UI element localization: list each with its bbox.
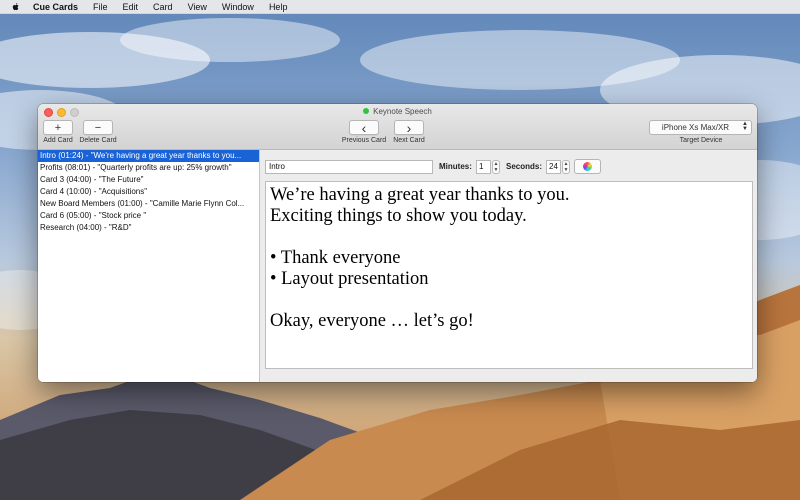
- menu-card[interactable]: Card: [153, 2, 173, 12]
- menu-view[interactable]: View: [188, 2, 207, 12]
- card-list-item[interactable]: Card 3 (04:00) - "The Future": [38, 174, 259, 186]
- target-device-select[interactable]: iPhone Xs Max/XR ▲ ▼: [649, 120, 752, 135]
- menu-help[interactable]: Help: [269, 2, 288, 12]
- card-name-field[interactable]: Intro: [265, 160, 433, 174]
- delete-card-button[interactable]: −: [83, 120, 113, 135]
- minus-icon: −: [94, 121, 102, 134]
- menu-edit[interactable]: Edit: [123, 2, 139, 12]
- card-list-item[interactable]: Profits (08:01) - "Quarterly profits are…: [38, 162, 259, 174]
- plus-icon: +: [54, 121, 62, 134]
- target-device-value: iPhone Xs Max/XR: [661, 123, 730, 132]
- minutes-label: Minutes:: [439, 162, 472, 171]
- card-text-editor[interactable]: We’re having a great year thanks to you.…: [265, 181, 753, 369]
- add-card-label: Add Card: [43, 137, 73, 144]
- window-title-text: Keynote Speech: [373, 107, 432, 116]
- menu-app-name[interactable]: Cue Cards: [33, 2, 78, 12]
- chevron-left-icon: ‹: [361, 119, 367, 136]
- app-window: Keynote Speech + Add Card − Delete Card …: [38, 104, 757, 382]
- menu-window[interactable]: Window: [222, 2, 254, 12]
- card-text-line: [270, 227, 748, 248]
- card-list-item[interactable]: Intro (01:24) - "We're having a great ye…: [38, 150, 259, 162]
- card-text-line: • Thank everyone: [270, 248, 401, 268]
- chevron-updown-icon: ▲ ▼: [742, 121, 748, 132]
- minutes-stepper[interactable]: ▲ ▼: [492, 160, 500, 174]
- color-wheel-icon: [583, 162, 592, 171]
- previous-card-label: Previous Card: [341, 137, 387, 144]
- delete-card-label: Delete Card: [79, 137, 117, 144]
- next-card-button[interactable]: ›: [394, 119, 424, 136]
- seconds-label: Seconds:: [506, 162, 543, 171]
- apple-icon[interactable]: [12, 2, 20, 12]
- card-text-line: Okay, everyone … let’s go!: [270, 311, 474, 331]
- add-card-button[interactable]: +: [43, 120, 73, 135]
- card-list-item[interactable]: Card 6 (05:00) - "Stock price ": [38, 210, 259, 222]
- card-text-line: • Layout presentation: [270, 269, 429, 289]
- target-device-label: Target Device: [679, 137, 723, 144]
- card-text-line: [270, 290, 748, 311]
- card-list-item[interactable]: Research (04:00) - "R&D": [38, 222, 259, 234]
- text-color-button[interactable]: [574, 159, 601, 174]
- minutes-field[interactable]: 1: [476, 160, 491, 174]
- card-text-line: Exciting things to show you today.: [270, 206, 527, 226]
- menu-file[interactable]: File: [93, 2, 108, 12]
- title-bar: Keynote Speech + Add Card − Delete Card …: [38, 104, 757, 150]
- card-list: Intro (01:24) - "We're having a great ye…: [38, 150, 260, 382]
- seconds-field[interactable]: 24: [546, 160, 561, 174]
- document-status-icon: [363, 108, 370, 114]
- previous-card-button[interactable]: ‹: [349, 119, 379, 136]
- card-editor: Intro Minutes: 1 ▲ ▼ Seconds: 24 ▲ ▼ We’re…: [261, 150, 757, 382]
- card-list-item[interactable]: Card 4 (10:00) - "Acquisitions": [38, 186, 259, 198]
- card-list-item[interactable]: New Board Members (01:00) - "Camille Mar…: [38, 198, 259, 210]
- card-text-line: We’re having a great year thanks to you.: [270, 185, 570, 205]
- menu-bar: Cue Cards File Edit Card View Window Hel…: [0, 0, 800, 14]
- chevron-right-icon: ›: [406, 119, 412, 136]
- seconds-stepper[interactable]: ▲ ▼: [562, 160, 570, 174]
- window-title: Keynote Speech: [38, 107, 757, 116]
- next-card-label: Next Card: [393, 137, 425, 144]
